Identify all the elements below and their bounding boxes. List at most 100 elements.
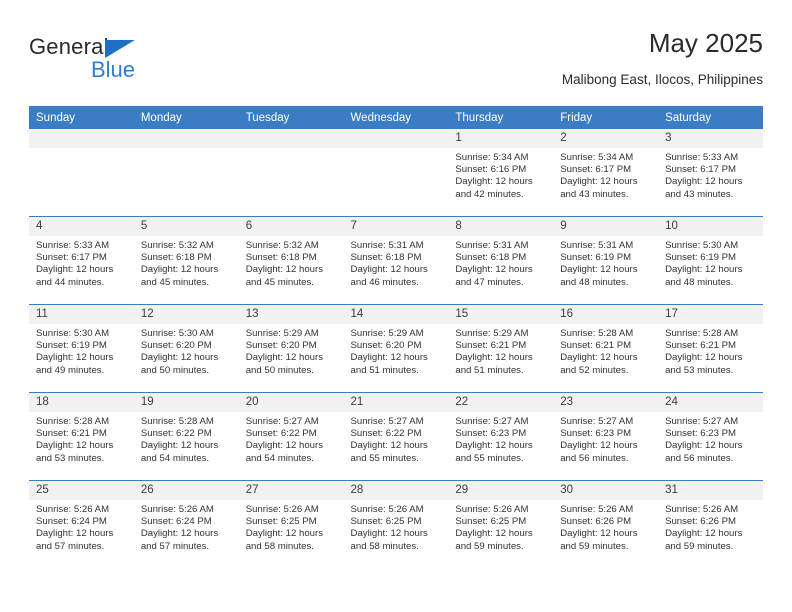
day-number: 27 (238, 481, 344, 500)
calendar-day-cell[interactable]: 11 Sunrise: 5:30 AM Sunset: 6:19 PM Dayligh… (29, 304, 134, 393)
day-number: 26 (133, 481, 239, 500)
sunrise-sunset-calendar: Sunday Monday Tuesday Wednesday Thursday Frid… (29, 106, 763, 568)
general-blue-logo[interactable]: General Blue (29, 34, 249, 90)
daylight-text: Daylight: 12 hours and 45 minutes. (245, 264, 324, 288)
calendar-day-cell[interactable]: 15 Sunrise: 5:29 AM Sunset: 6:21 PM Dayligh… (448, 304, 554, 393)
sunrise-text: Sunrise: 5:31 AM (350, 240, 424, 251)
sunset-text: Sunset: 6:22 PM (245, 428, 317, 440)
calendar-week-row: 11 Sunrise: 5:30 AM Sunset: 6:19 PM Dayligh… (29, 304, 763, 393)
daylight-text: Daylight: 12 hours and 43 minutes. (665, 176, 743, 200)
calendar-day-cell[interactable]: 28 Sunrise: 5:26 AM Sunset: 6:25 PM Dayligh… (343, 480, 449, 568)
sunrise-text: Sunrise: 5:33 AM (36, 240, 110, 251)
sunset-text: Sunset: 6:19 PM (665, 252, 736, 264)
sunrise-text: Sunrise: 5:30 AM (665, 240, 739, 251)
day-details: Sunrise: 5:26 AM Sunset: 6:26 PM Daylight:… (658, 500, 763, 553)
calendar-day-cell[interactable]: 27 Sunrise: 5:26 AM Sunset: 6:25 PM Dayligh… (238, 480, 344, 568)
calendar-day-cell[interactable]: 3 Sunrise: 5:33 AM Sunset: 6:17 PM Daylight… (658, 129, 763, 217)
calendar-day-cell[interactable]: 29 Sunrise: 5:26 AM Sunset: 6:25 PM Dayligh… (448, 480, 554, 568)
day-details: Sunrise: 5:26 AM Sunset: 6:25 PM Daylight:… (344, 500, 449, 553)
daylight-text: Daylight: 12 hours and 49 minutes. (36, 352, 114, 376)
sunrise-text: Sunrise: 5:26 AM (140, 504, 214, 515)
day-number: 17 (658, 305, 763, 324)
daylight-text: Daylight: 12 hours and 45 minutes. (140, 264, 219, 288)
calendar-day-cell[interactable]: 18 Sunrise: 5:28 AM Sunset: 6:21 PM Dayligh… (29, 392, 134, 481)
sunrise-text: Sunrise: 5:26 AM (560, 504, 634, 515)
weekday-header-saturday: Saturday (658, 106, 763, 129)
daylight-text: Daylight: 12 hours and 54 minutes. (140, 440, 219, 464)
sunset-text: Sunset: 6:21 PM (665, 340, 736, 352)
daylight-text: Daylight: 12 hours and 50 minutes. (245, 352, 324, 376)
sunset-text: Sunset: 6:17 PM (560, 164, 632, 176)
day-details: Sunrise: 5:30 AM Sunset: 6:20 PM Daylight:… (134, 324, 239, 377)
day-details: Sunrise: 5:28 AM Sunset: 6:21 PM Daylight:… (553, 324, 658, 377)
calendar-day-cell[interactable]: 2 Sunrise: 5:34 AM Sunset: 6:17 PM Daylight… (553, 129, 659, 217)
day-number: 11 (29, 305, 134, 324)
sunset-text: Sunset: 6:24 PM (36, 516, 107, 528)
daylight-text: Daylight: 12 hours and 51 minutes. (455, 352, 533, 376)
calendar-day-cell[interactable]: 23 Sunrise: 5:27 AM Sunset: 6:23 PM Dayligh… (553, 392, 659, 481)
day-details: Sunrise: 5:33 AM Sunset: 6:17 PM Daylight:… (29, 236, 134, 289)
calendar-day-cell[interactable]: 21 Sunrise: 5:27 AM Sunset: 6:22 PM Dayligh… (343, 392, 449, 481)
day-number: 22 (448, 393, 554, 412)
calendar-day-cell[interactable]: 25 Sunrise: 5:26 AM Sunset: 6:24 PM Dayligh… (29, 480, 134, 568)
calendar-day-cell[interactable]: 22 Sunrise: 5:27 AM Sunset: 6:23 PM Dayligh… (448, 392, 554, 481)
calendar-day-cell[interactable]: 9 Sunrise: 5:31 AM Sunset: 6:19 PM Daylight… (553, 216, 659, 305)
calendar-day-cell[interactable]: 26 Sunrise: 5:26 AM Sunset: 6:24 PM Dayligh… (133, 480, 239, 568)
sunrise-text: Sunrise: 5:30 AM (36, 328, 110, 339)
day-details: Sunrise: 5:27 AM Sunset: 6:23 PM Daylight:… (448, 412, 553, 465)
day-number: 18 (29, 393, 134, 412)
day-number: 4 (29, 217, 134, 236)
sunset-text: Sunset: 6:20 PM (350, 340, 422, 352)
day-details: Sunrise: 5:28 AM Sunset: 6:21 PM Daylight:… (29, 412, 134, 465)
sunrise-text: Sunrise: 5:29 AM (245, 328, 319, 339)
day-number: 25 (29, 481, 134, 500)
daylight-text: Daylight: 12 hours and 48 minutes. (665, 264, 743, 288)
daylight-text: Daylight: 12 hours and 56 minutes. (560, 440, 638, 464)
calendar-day-cell-empty (343, 129, 449, 217)
weekday-header-tuesday: Tuesday (238, 106, 344, 129)
calendar-day-cell[interactable]: 14 Sunrise: 5:29 AM Sunset: 6:20 PM Dayligh… (343, 304, 449, 393)
calendar-day-cell[interactable]: 12 Sunrise: 5:30 AM Sunset: 6:20 PM Dayligh… (133, 304, 239, 393)
day-details: Sunrise: 5:26 AM Sunset: 6:24 PM Daylight:… (29, 500, 134, 553)
day-details: Sunrise: 5:28 AM Sunset: 6:21 PM Daylight:… (658, 324, 763, 377)
calendar-day-cell[interactable]: 5 Sunrise: 5:32 AM Sunset: 6:18 PM Daylight… (133, 216, 239, 305)
sunrise-text: Sunrise: 5:26 AM (36, 504, 110, 515)
day-number: 15 (448, 305, 554, 324)
sunset-text: Sunset: 6:23 PM (560, 428, 632, 440)
day-number (133, 129, 239, 148)
calendar-day-cell[interactable]: 10 Sunrise: 5:30 AM Sunset: 6:19 PM Dayligh… (658, 216, 763, 305)
day-details: Sunrise: 5:31 AM Sunset: 6:18 PM Daylight:… (448, 236, 553, 289)
calendar-day-cell[interactable]: 1 Sunrise: 5:34 AM Sunset: 6:16 PM Daylight… (448, 129, 554, 217)
day-details: Sunrise: 5:29 AM Sunset: 6:21 PM Daylight:… (448, 324, 553, 377)
weekday-header-wednesday: Wednesday (343, 106, 449, 129)
sunrise-text: Sunrise: 5:28 AM (36, 416, 110, 427)
day-details: Sunrise: 5:31 AM Sunset: 6:19 PM Daylight:… (553, 236, 658, 289)
daylight-text: Daylight: 12 hours and 44 minutes. (36, 264, 114, 288)
calendar-day-cell[interactable]: 24 Sunrise: 5:27 AM Sunset: 6:23 PM Dayligh… (658, 392, 763, 481)
sunrise-text: Sunrise: 5:34 AM (455, 152, 529, 163)
calendar-day-cell[interactable]: 13 Sunrise: 5:29 AM Sunset: 6:20 PM Dayligh… (238, 304, 344, 393)
sunrise-text: Sunrise: 5:32 AM (140, 240, 214, 251)
calendar-day-cell[interactable]: 20 Sunrise: 5:27 AM Sunset: 6:22 PM Dayligh… (238, 392, 344, 481)
day-number: 8 (448, 217, 554, 236)
sunrise-text: Sunrise: 5:32 AM (245, 240, 319, 251)
calendar-day-cell[interactable]: 6 Sunrise: 5:32 AM Sunset: 6:18 PM Daylight… (238, 216, 344, 305)
calendar-day-cell[interactable]: 4 Sunrise: 5:33 AM Sunset: 6:17 PM Daylight… (29, 216, 134, 305)
calendar-day-cell[interactable]: 16 Sunrise: 5:28 AM Sunset: 6:21 PM Dayligh… (553, 304, 659, 393)
sunrise-text: Sunrise: 5:31 AM (455, 240, 529, 251)
day-details: Sunrise: 5:34 AM Sunset: 6:16 PM Daylight:… (448, 148, 553, 201)
calendar-day-cell[interactable]: 17 Sunrise: 5:28 AM Sunset: 6:21 PM Dayligh… (658, 304, 763, 393)
calendar-day-cell[interactable]: 19 Sunrise: 5:28 AM Sunset: 6:22 PM Dayligh… (133, 392, 239, 481)
day-number (238, 129, 344, 148)
calendar-day-cell[interactable]: 7 Sunrise: 5:31 AM Sunset: 6:18 PM Daylight… (343, 216, 449, 305)
sunrise-text: Sunrise: 5:29 AM (350, 328, 424, 339)
calendar-day-cell[interactable]: 8 Sunrise: 5:31 AM Sunset: 6:18 PM Daylight… (448, 216, 554, 305)
calendar-day-cell[interactable]: 31 Sunrise: 5:26 AM Sunset: 6:26 PM Dayligh… (658, 480, 763, 568)
day-details: Sunrise: 5:29 AM Sunset: 6:20 PM Daylight:… (239, 324, 344, 377)
sunset-text: Sunset: 6:19 PM (36, 340, 107, 352)
weekday-header-friday: Friday (553, 106, 659, 129)
day-number: 14 (343, 305, 449, 324)
calendar-day-cell[interactable]: 30 Sunrise: 5:26 AM Sunset: 6:26 PM Dayligh… (553, 480, 659, 568)
day-number: 19 (133, 393, 239, 412)
calendar-day-cell-empty (238, 129, 344, 217)
